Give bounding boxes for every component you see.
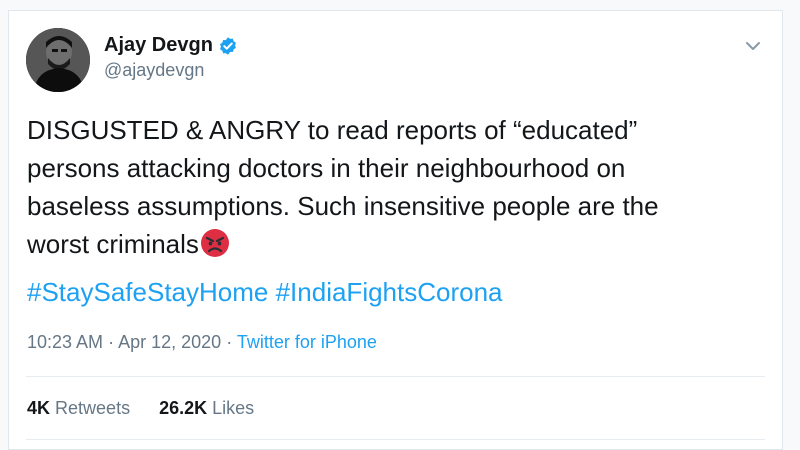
display-name[interactable]: Ajay Devgn xyxy=(104,34,213,57)
retweets-label: Retweets xyxy=(55,398,131,418)
tweet-date[interactable]: Apr 12, 2020 xyxy=(118,332,221,352)
retweets-stat[interactable]: 4K Retweets xyxy=(27,398,130,418)
tweet-stats: 4K Retweets 26.2K Likes xyxy=(27,398,278,419)
hashtag-link[interactable]: #StaySafeStayHome xyxy=(27,277,268,307)
tweet-text-line: persons attacking doctors in their neigh… xyxy=(27,153,626,183)
tweet-text-fragment: worst criminals xyxy=(27,229,199,259)
hashtag-link[interactable]: #IndiaFightsCorona xyxy=(276,277,503,307)
tweet-text: DISGUSTED & ANGRY to read reports of “ed… xyxy=(27,111,767,263)
tweet-time[interactable]: 10:23 AM xyxy=(27,332,103,352)
likes-label: Likes xyxy=(212,398,255,418)
divider xyxy=(26,376,765,377)
divider xyxy=(26,439,765,440)
user-handle[interactable]: @ajaydevgn xyxy=(104,60,238,81)
likes-count: 26.2K xyxy=(159,398,208,418)
tweet-header: Ajay Devgn @ajaydevgn xyxy=(26,28,765,92)
angry-face-emoji-icon xyxy=(200,228,230,258)
avatar-image xyxy=(26,28,90,92)
likes-stat[interactable]: 26.2K Likes xyxy=(159,398,254,418)
meta-separator: · xyxy=(108,332,115,352)
tweet-card: Ajay Devgn @ajaydevgn DISGUSTED & ANGRY … xyxy=(8,10,783,450)
tweet-text-line: worst criminals xyxy=(27,225,767,263)
avatar[interactable] xyxy=(26,28,90,92)
retweets-count: 4K xyxy=(27,398,51,418)
hashtags: #StaySafeStayHome #IndiaFightsCorona xyxy=(27,273,503,311)
chevron-down-icon[interactable] xyxy=(741,34,765,58)
tweet-meta: 10:23 AM · Apr 12, 2020 · Twitter for iP… xyxy=(27,332,377,353)
tweet-source-link[interactable]: Twitter for iPhone xyxy=(237,332,377,352)
author-names: Ajay Devgn @ajaydevgn xyxy=(104,34,238,81)
meta-separator: · xyxy=(226,332,233,352)
tweet-text-line: baseless assumptions. Such insensitive p… xyxy=(27,191,659,221)
tweet-text-line: DISGUSTED & ANGRY to read reports of “ed… xyxy=(27,115,638,145)
verified-badge-icon xyxy=(218,36,238,56)
